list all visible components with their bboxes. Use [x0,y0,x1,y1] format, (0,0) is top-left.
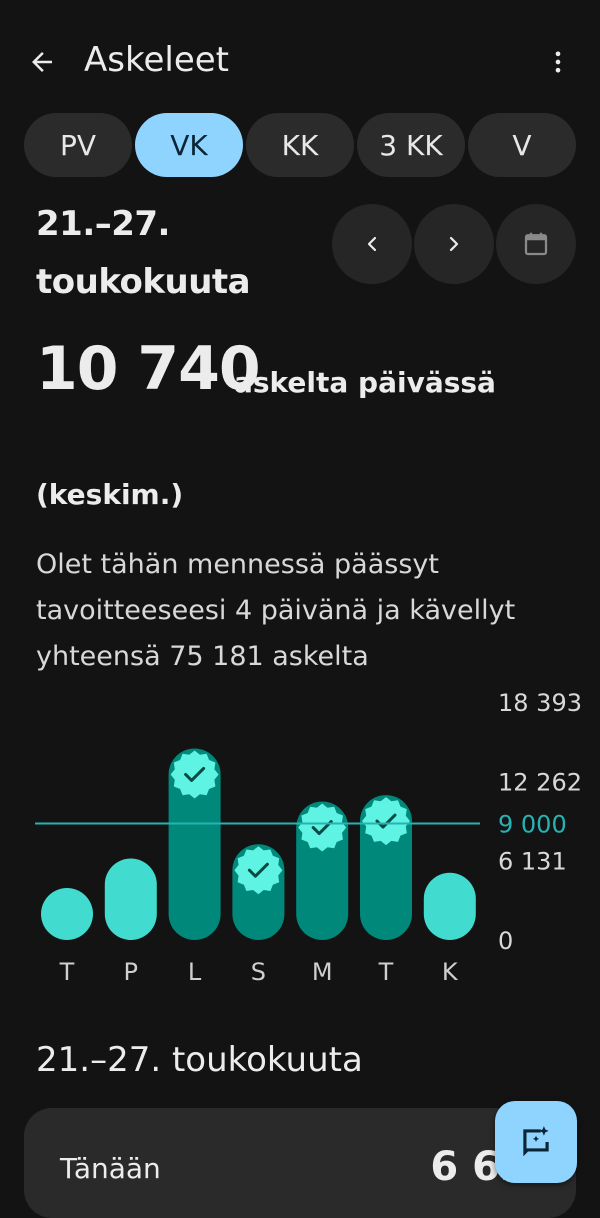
page-title: Askeleet [84,40,229,80]
x-tick-label: M [312,958,333,986]
calendar-button[interactable] [496,204,576,284]
x-tick-label: K [442,958,459,986]
x-tick-label: P [124,958,138,986]
tab-month[interactable]: KK [246,113,354,177]
ai-chat-icon [523,1126,549,1157]
average-steps-unit: askelta päivässä [234,366,496,399]
today-card[interactable]: Tänään 6 6… [24,1108,576,1218]
date-range: 21.–27. toukokuuta [36,195,251,311]
x-tick-label: T [378,958,394,986]
y-tick-label: 6 131 [498,848,567,876]
x-tick-label: L [188,958,202,986]
ai-chat-button[interactable] [495,1101,577,1183]
calendar-icon [524,232,548,256]
goal-label: 9 000 [498,811,567,839]
y-tick-label: 12 262 [498,768,582,796]
today-label: Tänään [60,1152,161,1185]
date-range-line2: toukokuuta [36,262,251,302]
tab-week[interactable]: VK [135,113,243,177]
x-tick-label: S [251,958,266,986]
x-tick-label: T [59,958,75,986]
chevron-left-icon [367,236,377,252]
y-tick-label: 0 [498,927,513,955]
average-steps-value: 10 740 [36,334,261,404]
steps-bar-chart: T P L S M T K 0 6 131 12 262 18 393 9 000 [35,689,582,986]
app-bar: Askeleet [0,0,600,120]
back-icon[interactable] [22,42,62,82]
week-section-title: 21.–27. toukokuuta [36,1040,363,1080]
tab-year[interactable]: V [468,113,576,177]
more-vert-icon[interactable] [540,42,576,82]
bar[interactable] [104,858,157,940]
next-week-button[interactable] [414,204,494,284]
date-range-line1: 21.–27. [36,204,170,244]
chevron-right-icon [449,236,459,252]
tab-day[interactable]: PV [24,113,132,177]
summary-text: Olet tähän mennessä päässyt tavoitteesee… [36,549,516,672]
period-selector: PV VK KK 3 KK V [24,113,576,177]
average-label: (keskim.) [36,478,184,511]
y-tick-label: 18 393 [498,689,582,717]
bar[interactable] [41,888,93,940]
previous-week-button[interactable] [332,204,412,284]
tab-3-months[interactable]: 3 KK [357,113,465,177]
bar[interactable] [423,872,476,940]
